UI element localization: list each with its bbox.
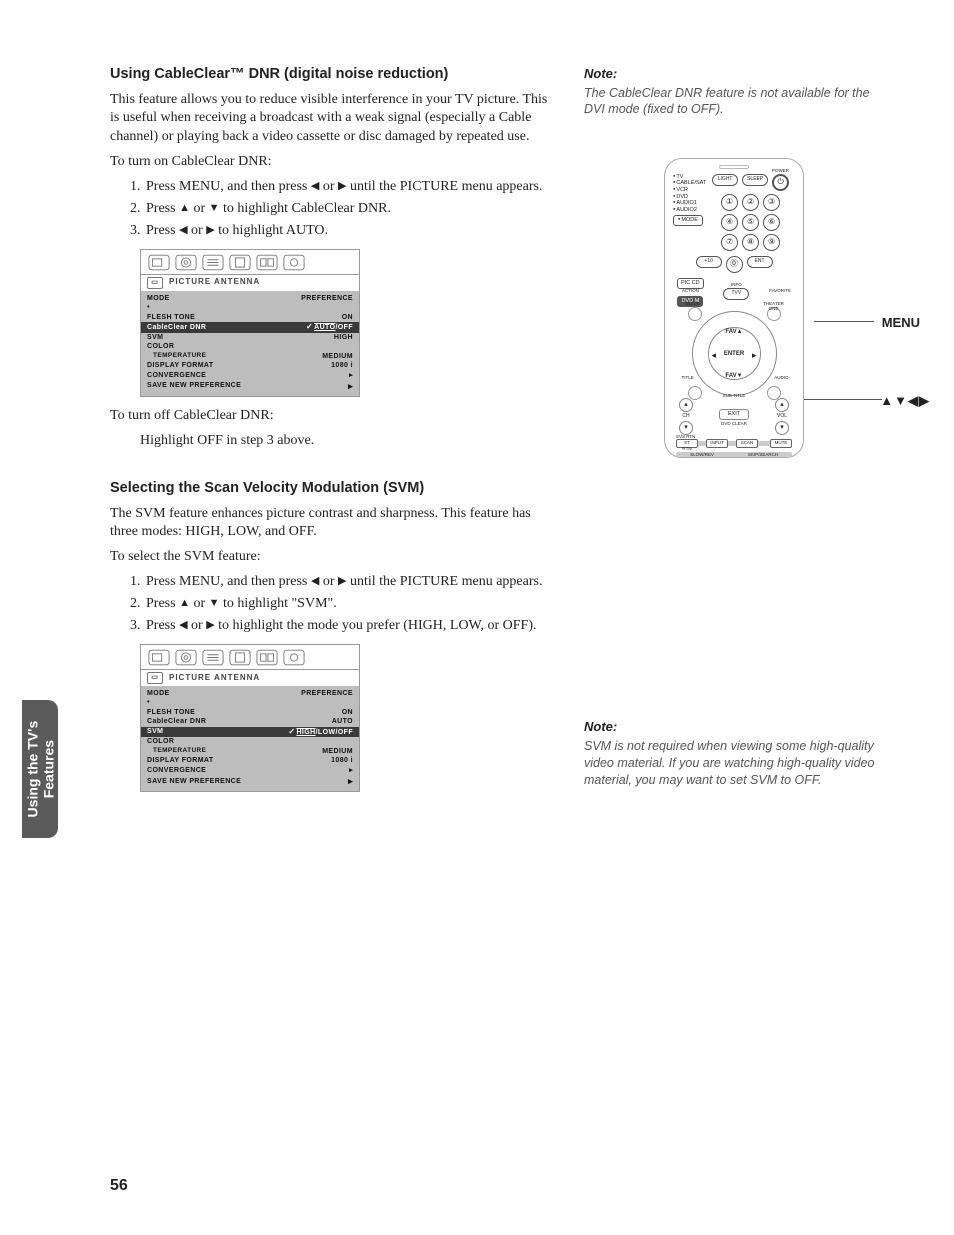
remote-illustration: POWER TV CABLE/SAT VCR DVD AUDIO1 AUDIO2… bbox=[664, 158, 804, 458]
vol-down: ▾ bbox=[775, 421, 789, 435]
mode-button: MODE bbox=[673, 215, 703, 226]
pic-icon: ▭ bbox=[147, 277, 163, 289]
ch-down: ▾ bbox=[679, 421, 693, 435]
vol-up: ▴ bbox=[775, 398, 789, 412]
note-svm: Note: SVM is not required when viewing s… bbox=[584, 718, 884, 788]
heading-svm: Selecting the Scan Velocity Modulation (… bbox=[110, 479, 555, 499]
step-3: Press ◀ or ▶ to highlight AUTO. bbox=[144, 222, 555, 241]
svm-step-3: Press ◀ or ▶ to highlight the mode you p… bbox=[144, 617, 555, 636]
page-number: 56 bbox=[110, 1175, 128, 1197]
power-button: ⏻ bbox=[772, 174, 789, 191]
step-1: Press MENU, and then press ◀ or ▶ until … bbox=[144, 178, 555, 197]
svm-step-1: Press MENU, and then press ◀ or ▶ until … bbox=[144, 573, 555, 592]
step-2: Press ▲ or ▼ to highlight CableClear DNR… bbox=[144, 200, 555, 219]
remote-dial: FAV▲ENTERFAV▼ GUIDE THEATER ONE TITLE AU… bbox=[692, 311, 777, 396]
heading-cableclear: Using CableClear™ DNR (digital noise red… bbox=[110, 65, 555, 85]
note-cableclear: Note: The CableClear DNR feature is not … bbox=[584, 65, 884, 118]
osd-cableclear: ▭PICTURE ANTENNA MODEPREFERENCE • FLESH … bbox=[140, 249, 360, 397]
lead-on: To turn on CableClear DNR: bbox=[110, 153, 555, 172]
steps-cableclear: Press MENU, and then press ◀ or ▶ until … bbox=[144, 178, 555, 241]
svm-step-2: Press ▲ or ▼ to highlight "SVM". bbox=[144, 595, 555, 614]
steps-svm: Press MENU, and then press ◀ or ▶ until … bbox=[144, 573, 555, 636]
intro-svm: The SVM feature enhances picture contras… bbox=[110, 505, 555, 543]
off-step: Highlight OFF in step 3 above. bbox=[140, 432, 555, 451]
intro-cableclear: This feature allows you to reduce visibl… bbox=[110, 91, 555, 148]
osd-highlight-cableclear: CableClear DNR✓AUTO/OFF bbox=[141, 322, 359, 333]
callout-arrows: ▲▼◀▶ bbox=[880, 392, 930, 410]
section-tab: Using the TV'sFeatures bbox=[22, 700, 58, 838]
lead-off: To turn off CableClear DNR: bbox=[110, 407, 555, 426]
ch-up: ▴ bbox=[679, 398, 693, 412]
osd-svm: ▭PICTURE ANTENNA MODEPREFERENCE • FLESH … bbox=[140, 644, 360, 792]
pic-icon: ▭ bbox=[147, 672, 163, 684]
callout-menu: MENU bbox=[882, 314, 920, 332]
lead-svm: To select the SVM feature: bbox=[110, 548, 555, 567]
osd-highlight-svm: SVM✓HIGH/LOW/OFF bbox=[141, 727, 359, 738]
